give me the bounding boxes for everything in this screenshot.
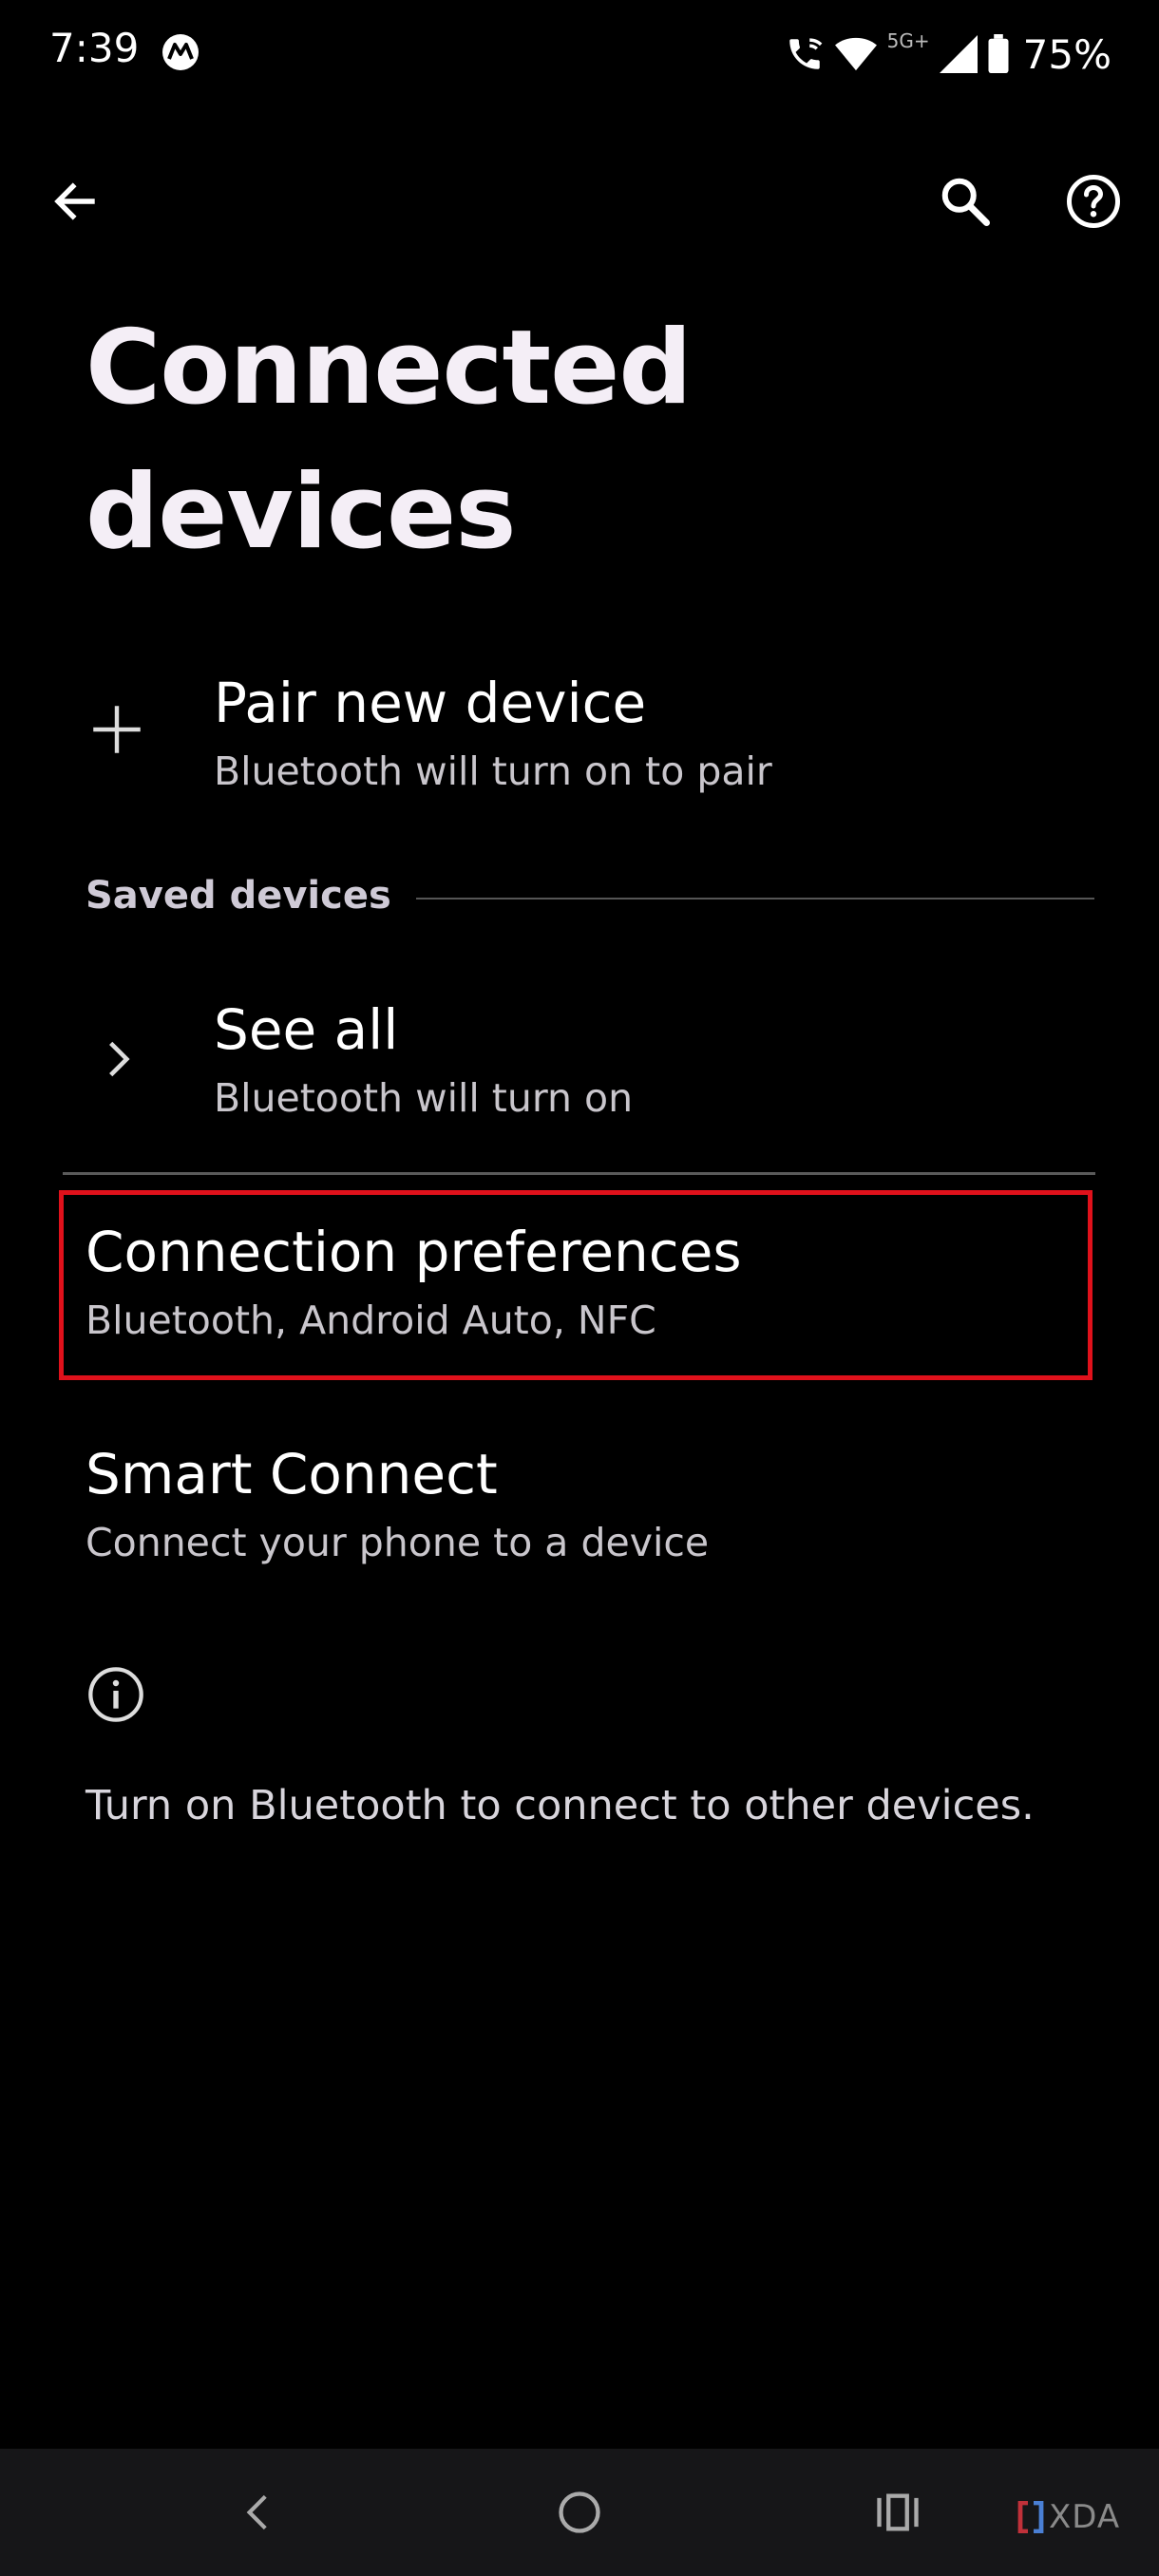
network-type: 5G+ bbox=[886, 29, 930, 52]
battery-percent: 75% bbox=[1022, 30, 1112, 78]
section-divider bbox=[416, 898, 1094, 900]
plus-icon bbox=[86, 698, 148, 761]
wifi-icon bbox=[834, 34, 878, 74]
cell-signal-icon bbox=[939, 35, 978, 73]
help-icon bbox=[1067, 175, 1120, 228]
wifi-calling-icon bbox=[785, 34, 825, 74]
smart-connect-subtitle: Connect your phone to a device bbox=[86, 1520, 710, 1565]
pair-new-device-subtitle: Bluetooth will turn on to pair bbox=[214, 748, 772, 794]
battery-icon bbox=[987, 34, 1010, 74]
see-all-title: See all bbox=[214, 997, 399, 1062]
xda-bracket-icon bbox=[1017, 2501, 1044, 2533]
nav-home-icon bbox=[559, 2491, 600, 2533]
smart-connect-title: Smart Connect bbox=[86, 1442, 498, 1506]
chevron-right-icon bbox=[95, 1035, 142, 1083]
back-button[interactable] bbox=[32, 159, 118, 244]
nav-back-button[interactable] bbox=[207, 2460, 312, 2565]
help-button[interactable] bbox=[1051, 159, 1136, 244]
connection-preferences-title: Connection preferences bbox=[86, 1220, 742, 1284]
pair-new-device-title: Pair new device bbox=[214, 671, 647, 735]
status-time: 7:39 bbox=[49, 25, 140, 71]
connection-preferences-subtitle: Bluetooth, Android Auto, NFC bbox=[86, 1297, 656, 1343]
list-divider bbox=[63, 1172, 1095, 1175]
search-button[interactable] bbox=[922, 159, 1008, 244]
nav-home-button[interactable] bbox=[527, 2460, 632, 2565]
page-title: Connected devices bbox=[86, 309, 693, 572]
see-all-item[interactable] bbox=[0, 983, 1159, 1149]
search-icon bbox=[941, 178, 990, 226]
nav-recents-button[interactable] bbox=[846, 2460, 950, 2565]
nav-recents-icon bbox=[877, 2493, 919, 2531]
saved-devices-header: Saved devices bbox=[86, 874, 391, 918]
xda-watermark: XDA bbox=[1016, 2498, 1120, 2536]
xda-text: XDA bbox=[1049, 2498, 1121, 2536]
see-all-subtitle: Bluetooth will turn on bbox=[214, 1075, 634, 1121]
back-arrow-icon bbox=[54, 182, 95, 220]
info-icon bbox=[86, 1664, 146, 1725]
status-icons: 5G+ 75% bbox=[785, 21, 1112, 87]
bluetooth-info-text: Turn on Bluetooth to connect to other de… bbox=[86, 1782, 1035, 1829]
motorola-icon bbox=[162, 33, 200, 71]
nav-back-icon bbox=[246, 2494, 267, 2530]
